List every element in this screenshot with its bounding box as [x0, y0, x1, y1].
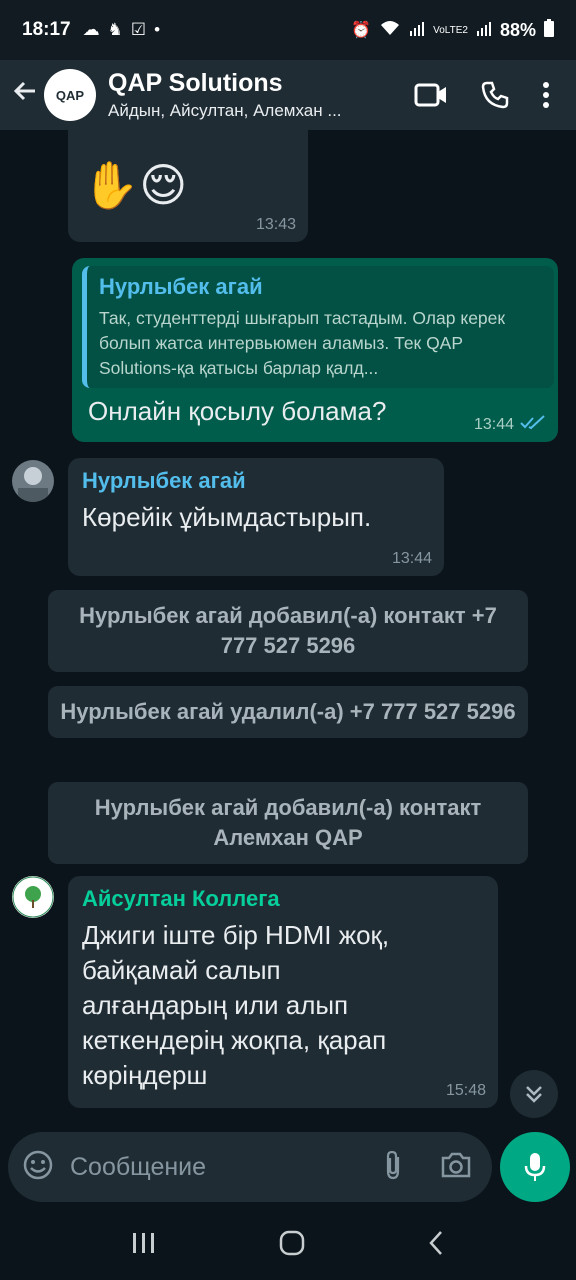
message-incoming[interactable]: Айсултан Коллега Джиги іште бір HDMI жоқ… [68, 876, 498, 1108]
more-options-icon[interactable] [542, 81, 550, 109]
message-incoming[interactable]: Нурлыбек агай Көрейік ұйымдастырып. 13:4… [68, 458, 444, 576]
battery-level: 88% [499, 19, 536, 40]
message-outgoing[interactable]: Нурлыбек агай Так, студенттерді шығарып … [72, 258, 558, 442]
quoted-text: Так, студенттерді шығарып тастадым. Олар… [99, 308, 506, 378]
message-emoji: ✋😌 [82, 159, 188, 211]
cloud-icon: ☁ [82, 20, 100, 39]
group-avatar-logo: QAP [55, 87, 85, 103]
home-icon[interactable] [279, 1230, 305, 1261]
message-incoming-emoji[interactable]: ✋😌 13:43 [68, 130, 308, 242]
message-time: 13:43 [255, 216, 296, 233]
microphone-icon [524, 1153, 546, 1181]
sender-avatar[interactable] [12, 876, 54, 918]
message-sender: Нурлыбек агай [82, 468, 246, 493]
message-sender: Айсултан Коллега [82, 886, 280, 911]
chat-participants: Айдын, Айсултан, Алемхан ... [108, 101, 342, 120]
video-call-icon[interactable] [414, 82, 448, 108]
battery-icon [544, 18, 554, 42]
message-input[interactable]: Сообщение [70, 1153, 382, 1182]
attach-icon[interactable] [382, 1149, 404, 1186]
camera-icon[interactable] [440, 1151, 472, 1184]
status-bar: 18:17 ☁ ♞ ☑ • ⏰ VoLTE2 88% [0, 0, 576, 60]
scroll-down-button[interactable] [510, 1070, 558, 1118]
system-message: Нурлыбек агай добавил(-а) контакт Алемха… [48, 782, 528, 864]
voice-record-button[interactable] [500, 1132, 570, 1202]
system-message: Нурлыбек агай удалил(-а) +7 777 527 5296 [48, 686, 528, 738]
back-arrow-icon[interactable] [10, 77, 40, 113]
message-time: 15:48 [445, 1082, 486, 1099]
message-text: Джиги іште бір HDMI жоқ, байқамай салып … [82, 920, 390, 1090]
chat-title: QAP Solutions [108, 69, 283, 97]
phone-call-icon[interactable] [480, 80, 510, 110]
quoted-message[interactable]: Нурлыбек агай Так, студенттерді шығарып … [82, 266, 554, 388]
message-input-bar[interactable]: Сообщение [8, 1132, 492, 1202]
quoted-sender: Нурлыбек агай [99, 274, 263, 299]
message-text: Көрейік ұйымдастырып. [82, 502, 372, 532]
notification-icon: ♞ [107, 20, 123, 39]
network-label: VoLTE2 [433, 24, 468, 36]
emoji-icon[interactable] [22, 1149, 54, 1186]
wifi-icon [379, 19, 401, 42]
dot-icon: • [154, 20, 161, 39]
status-time: 18:17 [22, 19, 71, 40]
recent-apps-icon[interactable] [131, 1231, 157, 1260]
chat-messages[interactable]: ✋😌 13:43 Нурлыбек агай Так, студенттерді… [0, 130, 576, 1120]
signal-icon-2 [476, 20, 492, 41]
signal-icon [409, 20, 425, 41]
header-info[interactable]: QAP Solutions Айдын, Айсултан, Алемхан .… [108, 69, 414, 121]
back-icon[interactable] [427, 1230, 445, 1261]
group-avatar[interactable]: QAP [44, 69, 96, 121]
alarm-icon: ⏰ [351, 22, 372, 39]
sender-avatar[interactable] [12, 460, 54, 502]
system-message: Нурлыбек агай добавил(-а) контакт +7 777… [48, 590, 528, 672]
system-nav-bar [0, 1210, 576, 1280]
checkbox-icon: ☑ [130, 20, 147, 39]
message-time: 13:44 [473, 416, 514, 433]
chat-header: QAP QAP Solutions Айдын, Айсултан, Алемх… [0, 60, 576, 130]
read-receipt-icon [520, 415, 546, 436]
double-chevron-down-icon [526, 1086, 542, 1103]
message-time: 13:44 [391, 550, 432, 567]
